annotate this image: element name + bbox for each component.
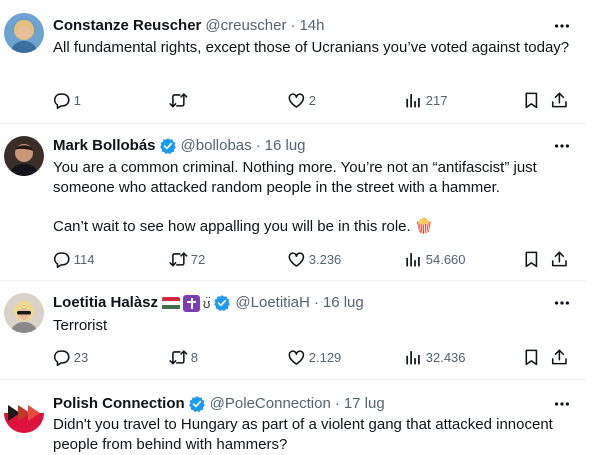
views-icon — [404, 91, 423, 110]
author-handle[interactable]: @creuscher — [205, 16, 286, 36]
tweet-time[interactable]: 14h — [299, 16, 324, 36]
share-button[interactable] — [550, 90, 569, 110]
cross-icon — [183, 294, 201, 312]
tweet-text-paragraph: Can’t wait to see how appalling you will… — [53, 218, 434, 235]
like-count: 2.129 — [308, 349, 342, 365]
like-button[interactable]: 2 — [287, 90, 316, 110]
retweet-button[interactable] — [169, 90, 191, 110]
avatar[interactable] — [4, 136, 44, 176]
views-button[interactable]: 54.660 — [404, 249, 466, 269]
retweet-icon — [169, 91, 188, 110]
author-handle[interactable]: @PoleConnection — [210, 394, 331, 414]
separator-dot: · — [255, 137, 261, 154]
name-suffix-symbol: ʊ̈ — [203, 295, 211, 311]
tweet-poleconnection[interactable]: Polish Connection @PoleConnection · 17 l… — [0, 380, 586, 455]
reply-button[interactable]: 1 — [52, 90, 81, 110]
author-name[interactable]: Mark Bollobás — [53, 136, 156, 156]
name-emoji-flags: ʊ̈ — [162, 294, 211, 312]
tweet-loetitiah[interactable]: Loetitia Halàsz ʊ̈ @LoetitiaH · 16 lug T… — [0, 281, 586, 380]
author-name[interactable]: Polish Connection — [53, 394, 185, 414]
tweet-text: Didn't you travel to Hungary as part of … — [53, 415, 573, 454]
share-icon — [550, 91, 569, 110]
tweet-text-paragraph: You are a common criminal. Nothing more.… — [53, 159, 537, 196]
reply-count: 1 — [73, 92, 81, 108]
reply-button[interactable]: 23 — [52, 347, 88, 367]
avatar[interactable] — [4, 13, 44, 53]
tweet-text: Terrorist — [53, 316, 573, 336]
views-icon — [404, 348, 423, 367]
tweet-time[interactable]: 16 lug — [265, 136, 306, 156]
reply-icon — [52, 250, 71, 269]
separator-dot: · — [313, 294, 319, 311]
separator-dot: · — [334, 395, 340, 412]
separator-dot: · — [290, 17, 296, 34]
author-name[interactable]: Loetitia Halàsz — [53, 293, 158, 313]
reply-button[interactable]: 114 — [52, 249, 94, 269]
tweet-text: All fundamental rights, except those of … — [53, 38, 573, 58]
tweet-actions: 114 72 3.236 54.660 — [52, 249, 572, 269]
tweet-text-paragraph: All fundamental rights, except those of … — [53, 39, 570, 56]
views-button[interactable]: 32.436 — [404, 347, 466, 367]
bookmark-icon — [522, 91, 541, 110]
heart-icon — [287, 250, 306, 269]
more-icon[interactable] — [552, 293, 572, 313]
like-count: 3.236 — [308, 251, 342, 267]
tweet-text-paragraph: Terrorist — [53, 317, 108, 334]
author-handle[interactable]: @LoetitiaH — [235, 293, 309, 313]
heart-icon — [287, 91, 306, 110]
timeline-feed: Constanze Reuscher @creuscher · 14h All … — [0, 0, 586, 455]
share-button[interactable] — [550, 249, 569, 269]
views-button[interactable]: 217 — [404, 90, 447, 110]
retweet-count: 8 — [190, 349, 198, 365]
verified-badge-icon — [213, 294, 231, 312]
retweet-icon — [169, 250, 188, 269]
bookmark-icon — [522, 250, 541, 269]
tweet-creuscher[interactable]: Constanze Reuscher @creuscher · 14h All … — [0, 0, 586, 124]
tweet-actions: 1 2 217 — [52, 90, 572, 110]
views-icon — [404, 250, 423, 269]
paragraph-break — [53, 197, 573, 217]
tweet-text: You are a common criminal. Nothing more.… — [53, 158, 573, 237]
tweet-bollobas[interactable]: Mark Bollobás @bollobas · 16 lug You are… — [0, 124, 586, 281]
avatar[interactable] — [4, 393, 44, 433]
tweet-text-paragraph: Didn't you travel to Hungary as part of … — [53, 416, 553, 453]
views-count: 217 — [425, 92, 448, 108]
reply-count: 23 — [73, 349, 89, 365]
tweet-time[interactable]: 17 lug — [344, 394, 385, 414]
share-icon — [550, 250, 569, 269]
views-count: 32.436 — [425, 349, 466, 365]
avatar[interactable] — [4, 293, 44, 333]
bookmark-button[interactable] — [522, 90, 541, 110]
verified-badge-icon — [188, 395, 206, 413]
bookmark-icon — [522, 348, 541, 367]
reply-icon — [52, 348, 71, 367]
author-handle[interactable]: @bollobas — [181, 136, 252, 156]
share-icon — [550, 348, 569, 367]
views-count: 54.660 — [425, 251, 466, 267]
more-icon[interactable] — [552, 136, 572, 156]
heart-icon — [287, 348, 306, 367]
bookmark-button[interactable] — [522, 347, 541, 367]
author-name[interactable]: Constanze Reuscher — [53, 16, 201, 36]
retweet-icon — [169, 348, 188, 367]
share-button[interactable] — [550, 347, 569, 367]
like-count: 2 — [308, 92, 316, 108]
retweet-button[interactable]: 72 — [169, 249, 205, 269]
hungary-flag-icon — [162, 296, 181, 310]
tweet-time[interactable]: 16 lug — [323, 293, 364, 313]
like-button[interactable]: 2.129 — [287, 347, 341, 367]
reply-icon — [52, 91, 71, 110]
retweet-button[interactable]: 8 — [169, 347, 198, 367]
retweet-count: 72 — [190, 251, 206, 267]
verified-badge-icon — [159, 137, 177, 155]
like-button[interactable]: 3.236 — [287, 249, 341, 269]
bookmark-button[interactable] — [522, 249, 541, 269]
more-icon[interactable] — [552, 16, 572, 36]
reply-count: 114 — [73, 251, 95, 267]
more-icon[interactable] — [552, 394, 572, 414]
tweet-actions: 23 8 2.129 32.436 — [52, 347, 572, 367]
